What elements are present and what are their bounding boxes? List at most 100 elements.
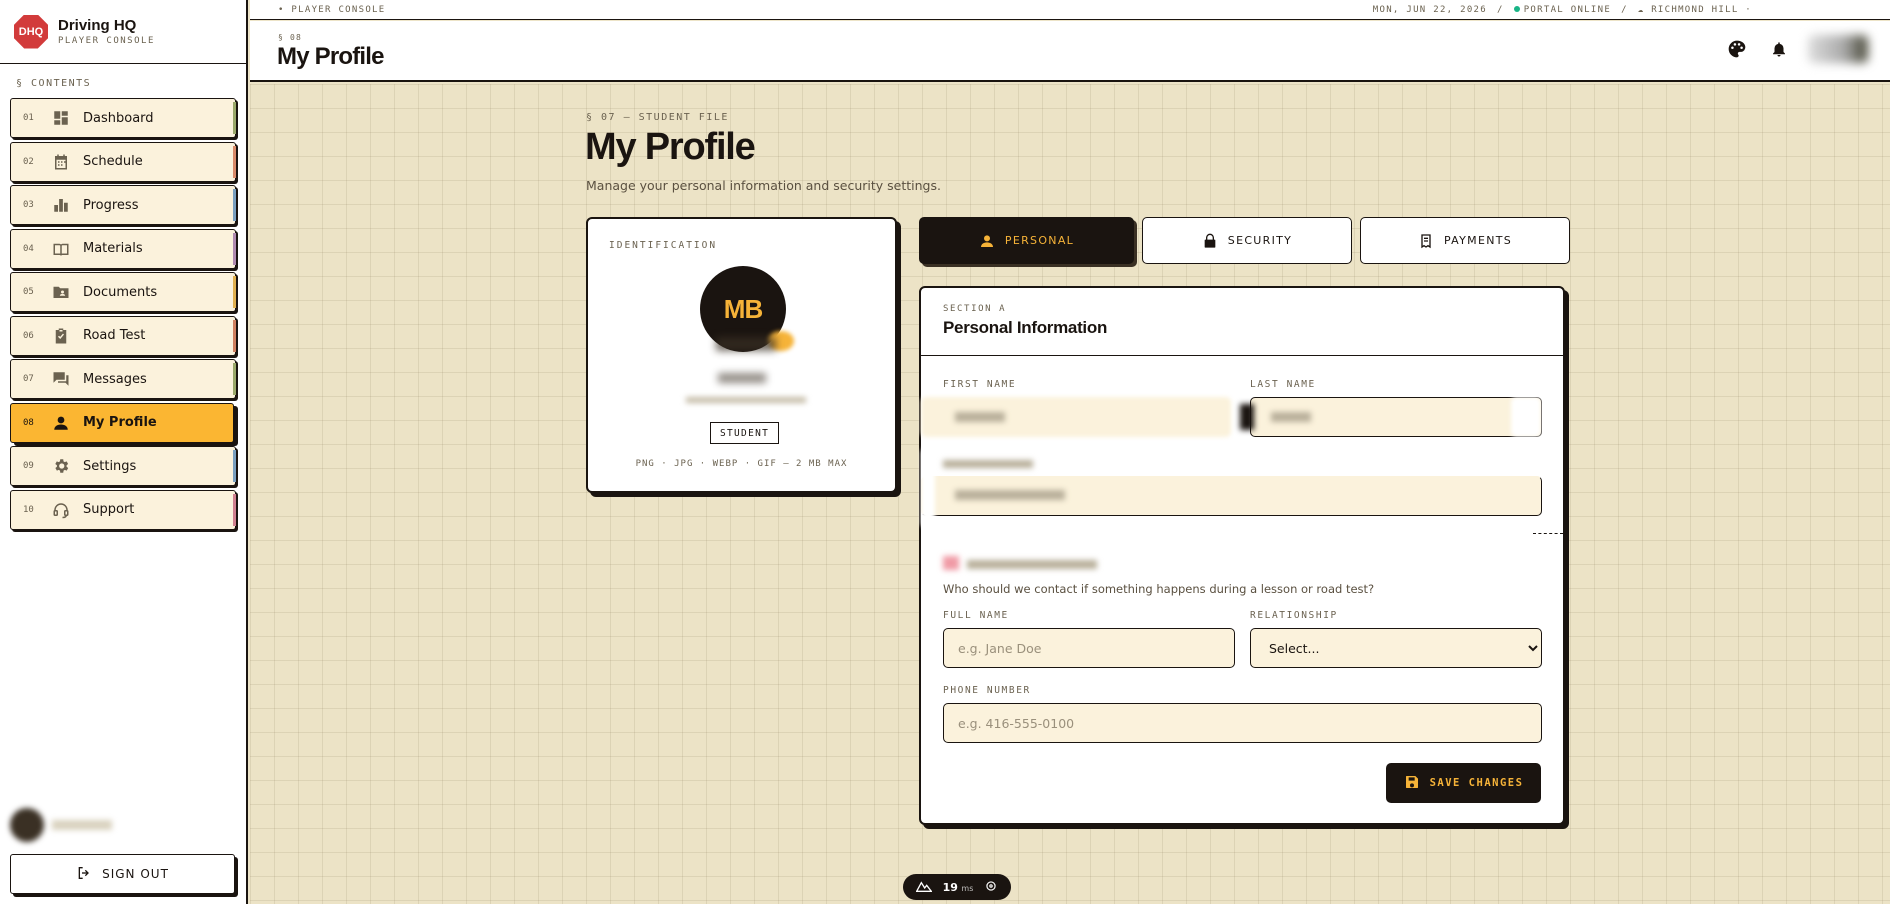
- brand-logo: DHQ: [14, 14, 48, 49]
- perf-unit: ms: [961, 883, 974, 893]
- header-title: My Profile: [277, 43, 385, 70]
- emergency-full-name-input[interactable]: [943, 628, 1235, 668]
- header-crumb: § 08: [278, 33, 303, 42]
- section-title: Personal Information: [943, 318, 1108, 337]
- tab-personal-label: PERSONAL: [1004, 234, 1075, 247]
- user-menu-blurred[interactable]: [1808, 35, 1868, 63]
- role-badge: STUDENT: [710, 422, 780, 444]
- last-name-value-blurred: [1271, 412, 1311, 422]
- sidebar-item-label: Messages: [83, 371, 147, 387]
- sidebar-item-label: Settings: [83, 458, 137, 474]
- sidebar-item-label: Documents: [83, 284, 158, 300]
- emergency-helper-text: Who should we contact if something happe…: [943, 582, 1375, 596]
- save-changes-label: SAVE CHANGES: [1429, 777, 1524, 789]
- sidebar-item-accent: [233, 319, 236, 352]
- sidebar-item-number: 02: [23, 156, 34, 167]
- sidebar-item-number: 06: [23, 330, 34, 341]
- mountain-icon: [915, 880, 933, 895]
- perf-indicator[interactable]: 19 ms: [903, 874, 1011, 900]
- ticker-status-text: PORTAL ONLINE: [1523, 4, 1612, 15]
- heart-icon: [943, 556, 959, 570]
- sidebar-item-label: Materials: [83, 241, 143, 256]
- sidebar-item-road-test[interactable]: 06 Road Test: [10, 315, 236, 356]
- upload-formats: PNG · JPG · WEBP · GIF — 2 MB MAX: [635, 459, 848, 469]
- sidebar-item-schedule[interactable]: 02 Schedule: [10, 141, 236, 182]
- lock-icon: [1202, 233, 1218, 249]
- sidebar-item-number: 01: [23, 113, 34, 123]
- identification-label: IDENTIFICATION: [609, 240, 718, 251]
- ticker-sep: /: [1497, 4, 1504, 15]
- user-icon: [51, 413, 71, 433]
- sidebar-item-accent: [233, 145, 236, 178]
- last-name-label: LAST NAME: [1250, 379, 1316, 390]
- avatar: [10, 808, 44, 842]
- email-value-blurred: [955, 490, 1065, 500]
- tab-security[interactable]: SECURITY: [1142, 217, 1352, 264]
- ticker-sep-2: /: [1621, 4, 1628, 15]
- headset-icon: [51, 500, 71, 520]
- sidebar-item-label: Progress: [83, 197, 139, 213]
- user-name-blurred: [52, 820, 112, 830]
- sidebar-item-support[interactable]: 10 Support: [10, 489, 236, 530]
- contents-label: § CONTENTS: [16, 78, 92, 89]
- field-left-edge-blurred: [921, 448, 935, 528]
- first-name-label: FIRST NAME: [943, 379, 1017, 390]
- sidebar-item-number: 09: [23, 461, 34, 471]
- calendar-icon: [51, 152, 71, 172]
- student-name-blurred: [716, 337, 776, 351]
- sidebar-item-accent: [233, 189, 236, 221]
- tab-personal[interactable]: PERSONAL: [919, 217, 1134, 264]
- sidebar-item-accent: [233, 363, 236, 395]
- cloud-icon: ☁: [1637, 4, 1652, 15]
- sidebar-item-accent: [233, 276, 236, 308]
- book-icon: [51, 239, 71, 259]
- sidebar-user[interactable]: [10, 808, 112, 842]
- sidebar-item-accent: [233, 102, 236, 134]
- perf-value: 19: [942, 880, 958, 894]
- sidebar-item-documents[interactable]: 05 Documents: [10, 272, 236, 312]
- sidebar-item-accent: [233, 450, 236, 482]
- gear-icon: [51, 456, 71, 476]
- save-changes-button[interactable]: SAVE CHANGES: [1386, 763, 1541, 803]
- sidebar-nav: 01 Dashboard 02 Schedule 03 Progress 04 Materia…: [0, 98, 246, 530]
- email-label-blurred: [943, 460, 1033, 468]
- emergency-phone-input[interactable]: [943, 703, 1542, 743]
- folder-user-icon: [51, 282, 71, 302]
- ticker-location: ☁ RICHMOND HILL ·: [1638, 5, 1752, 15]
- personal-info-card: SECTION A Personal Information FIRST NAM…: [919, 286, 1565, 825]
- sidebar-item-settings[interactable]: 09 Settings: [10, 446, 236, 486]
- sidebar-item-number: 05: [23, 287, 34, 297]
- sidebar-item-my-profile[interactable]: 08 My Profile: [10, 402, 234, 443]
- sidebar-item-number: 10: [23, 504, 34, 515]
- ticker-bar: • PLAYER CONSOLE MON, JUN 22, 2026 / POR…: [250, 0, 1890, 20]
- sign-out-button[interactable]: SIGN OUT: [10, 854, 235, 894]
- crosshair-icon: [984, 879, 998, 896]
- sidebar-item-label: Road Test: [83, 328, 146, 343]
- sidebar-item-dashboard[interactable]: 01 Dashboard: [10, 98, 236, 138]
- sidebar-item-materials[interactable]: 04 Materials: [10, 228, 236, 269]
- save-icon: [1404, 774, 1420, 793]
- student-id-blurred: [718, 373, 766, 383]
- sidebar: DHQ Driving HQ PLAYER CONSOLE § CONTENTS…: [0, 0, 248, 904]
- page-eyebrow: § 07 — STUDENT FILE: [586, 112, 729, 123]
- tab-security-label: SECURITY: [1227, 234, 1293, 247]
- chat-icon: [51, 369, 71, 389]
- page-title: My Profile: [585, 126, 756, 168]
- bar-chart-icon: [51, 195, 71, 215]
- sidebar-item-messages[interactable]: 07 Messages: [10, 359, 236, 399]
- first-name-value-blurred: [955, 412, 1005, 422]
- bell-icon[interactable]: [1766, 36, 1792, 62]
- sidebar-item-progress[interactable]: 03 Progress: [10, 185, 236, 225]
- sidebar-item-number: 07: [23, 374, 34, 384]
- page-description: Manage your personal information and sec…: [586, 178, 941, 193]
- tab-payments[interactable]: PAYMENTS: [1360, 217, 1570, 264]
- identification-card: IDENTIFICATION MB STUDENT PNG · JPG · WE…: [586, 217, 897, 493]
- clipboard-check-icon: [51, 326, 71, 346]
- brand[interactable]: DHQ Driving HQ PLAYER CONSOLE: [0, 0, 246, 64]
- sign-out-icon: [76, 865, 92, 884]
- palette-icon[interactable]: [1724, 36, 1750, 62]
- brand-subtitle: PLAYER CONSOLE: [58, 36, 155, 46]
- section-label: SECTION A: [943, 304, 1007, 314]
- relationship-select[interactable]: Select...: [1250, 628, 1542, 668]
- dashboard-icon: [51, 108, 71, 128]
